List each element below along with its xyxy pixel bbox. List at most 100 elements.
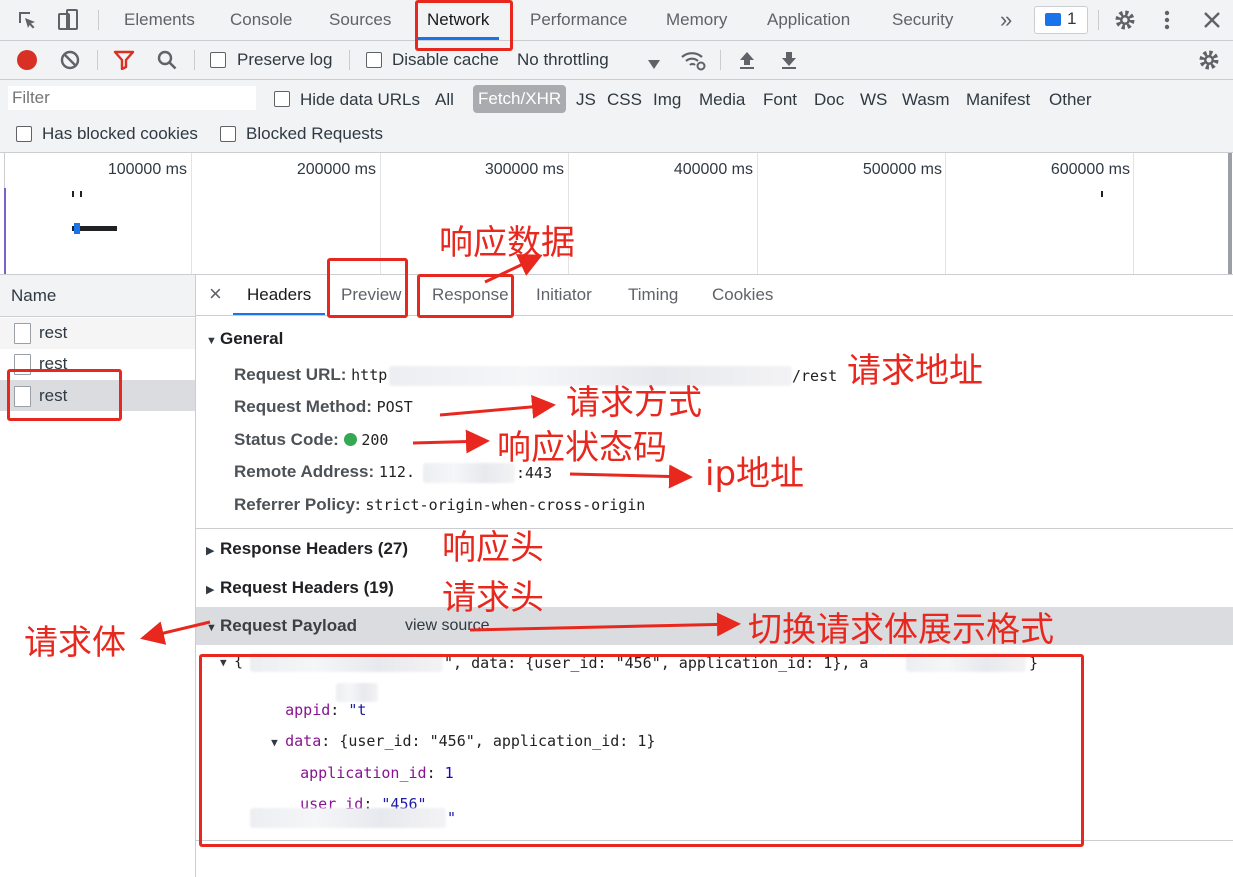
name-column-header[interactable]: Name [0,275,195,317]
chevron-down-icon[interactable] [648,55,660,75]
annotation-request-body: 请求体 [24,623,126,663]
request-method-row: Request Method: POST [234,397,413,417]
tab-performance[interactable]: Performance [530,0,627,40]
request-payload-header[interactable]: ▼ Request Payload view source [196,607,1233,645]
close-details-icon[interactable]: × [209,281,222,307]
hide-data-urls-label: Hide data URLs [300,90,421,109]
status-code-row: Status Code: 200 [234,430,388,450]
annotation-request-headers: 请求头 [442,578,544,618]
more-tabs-icon[interactable]: » [1000,0,1012,40]
request-method-label: Request Method: [234,397,372,416]
clear-icon[interactable] [59,49,81,76]
tab-memory[interactable]: Memory [666,0,727,40]
filter-icon[interactable] [113,50,135,75]
annotation-ip-address: ip地址 [705,454,805,494]
request-row[interactable]: rest [0,318,195,349]
tab-application[interactable]: Application [767,0,850,40]
collapsed-triangle-icon: ▶ [206,545,215,557]
request-method-value: POST [376,398,413,416]
tab-cookies[interactable]: Cookies [712,275,773,315]
request-url-prefix: http [351,366,388,384]
filter-type-ws[interactable]: WS [860,88,887,112]
filter-type-wasm[interactable]: Wasm [902,88,950,112]
filter-input[interactable] [8,86,256,110]
request-headers-section[interactable]: ▶ Request Headers (19) [206,578,394,598]
preserve-log-label: Preserve log [237,50,333,69]
overview-request-bar [4,188,6,274]
status-dot-icon [343,433,357,446]
overview-tick: 200000 ms [296,161,376,178]
referrer-policy-row: Referrer Policy: strict-origin-when-cros… [234,495,645,515]
throttling-select[interactable]: No throttling [517,41,609,79]
network-overview[interactable]: 100000 ms 200000 ms 300000 ms 400000 ms … [0,153,1233,275]
blocked-requests-label: Blocked Requests [246,124,384,143]
annotation-request-method: 请求方式 [566,383,702,423]
tab-elements[interactable]: Elements [124,0,195,40]
tab-console[interactable]: Console [230,0,292,40]
settings-gear-icon[interactable] [1113,8,1137,37]
general-section-header[interactable]: ▼ General [206,329,283,349]
has-blocked-cookies-checkbox[interactable] [16,126,32,142]
expanded-triangle-icon: ▼ [206,622,217,634]
network-conditions-icon[interactable] [680,49,706,76]
filter-type-doc[interactable]: Doc [814,88,844,112]
network-toolbar: Preserve log Disable cache No throttling [0,41,1233,80]
highlight-network-tab [415,0,513,51]
filter-type-font[interactable]: Font [763,88,797,112]
overview-tick: 500000 ms [862,161,942,178]
search-icon[interactable] [156,49,178,76]
view-source-link[interactable]: view source [405,617,489,635]
filter-type-js[interactable]: JS [576,88,596,112]
collapsed-triangle-icon: ▶ [206,584,215,596]
hide-data-urls-checkbox[interactable] [274,91,290,107]
highlight-preview-tab [327,258,408,318]
filter-type-all[interactable]: All [435,88,454,112]
filter-type-manifest[interactable]: Manifest [966,88,1030,112]
blocked-requests-checkbox[interactable] [220,126,236,142]
request-headers-title: Request Headers (19) [220,578,394,597]
filter-type-img[interactable]: Img [653,88,681,112]
name-header-label: Name [11,286,57,305]
close-devtools-icon[interactable] [1202,10,1222,35]
disable-cache-checkbox[interactable] [366,52,382,68]
export-har-icon[interactable] [779,49,799,76]
customize-menu-icon[interactable] [1160,8,1174,37]
request-payload-title-wrap: ▼ Request Payload [206,616,357,636]
devtools-tab-bar: Elements Console Sources Network Perform… [0,0,1233,41]
section-divider [196,528,1233,529]
request-name: rest [39,323,68,342]
response-headers-section[interactable]: ▶ Response Headers (27) [206,539,408,559]
filter-bar: Hide data URLs All Fetch/XHR JS CSS Img … [0,80,1233,153]
remote-address-row: Remote Address: 112. [234,462,415,482]
remote-address-label: Remote Address: [234,462,375,481]
overview-tick: 300000 ms [484,161,564,178]
messages-badge[interactable]: 1 [1034,6,1088,34]
filter-type-other[interactable]: Other [1049,88,1092,112]
preserve-log-checkbox[interactable] [210,52,226,68]
filter-type-fetch-xhr[interactable]: Fetch/XHR [473,85,567,113]
filter-type-css[interactable]: CSS [607,88,642,112]
highlight-response-tab [417,274,514,318]
request-payload-title: Request Payload [220,616,357,635]
record-icon[interactable] [17,50,37,70]
file-icon [14,323,31,344]
referrer-policy-label: Referrer Policy: [234,495,361,514]
tab-timing[interactable]: Timing [628,275,678,315]
expanded-triangle-icon: ▼ [206,335,217,347]
messages-count: 1 [1067,9,1077,28]
tab-headers[interactable]: Headers [232,275,326,315]
overview-request-bar [74,223,80,234]
network-settings-gear-icon[interactable] [1197,48,1221,77]
annotation-request-url: 请求地址 [847,351,983,391]
request-url-suffix: /rest [792,367,838,385]
filter-type-media[interactable]: Media [699,88,745,112]
import-har-icon[interactable] [737,49,757,76]
tab-sources[interactable]: Sources [329,0,391,40]
annotation-response-headers: 响应头 [442,528,544,568]
inspect-element-icon[interactable] [16,9,38,36]
overview-mark [80,191,82,197]
highlight-selected-request [7,369,122,421]
tab-security[interactable]: Security [892,0,953,40]
tab-initiator[interactable]: Initiator [536,275,592,315]
device-toolbar-icon[interactable] [56,8,80,37]
